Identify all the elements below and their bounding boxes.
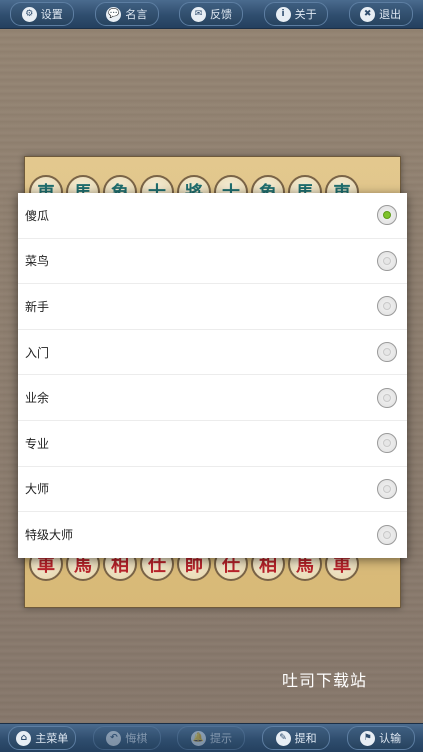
difficulty-option[interactable]: 菜鸟 [18,239,407,285]
undo-button[interactable]: ↶ 悔棋 [92,726,161,750]
top-toolbar: ⚙ 设置 💬 名言 ✉ 反馈 i 关于 ✖ 退出 [0,0,423,29]
undo-label: 悔棋 [125,732,148,745]
difficulty-option-label: 傻瓜 [25,208,50,223]
radio-button[interactable] [377,433,397,454]
difficulty-option[interactable]: 特级大师 [18,512,407,558]
resign-button[interactable]: ⚑ 认输 [346,726,415,750]
hint-button[interactable]: 🔔 提示 [177,726,246,750]
about-button[interactable]: i 关于 [264,2,329,26]
difficulty-option-label: 菜鸟 [25,254,50,269]
radio-button[interactable] [377,205,397,226]
bottom-toolbar: ⌂ 主菜单 ↶ 悔棋 🔔 提示 ✎ 提和 ⚑ 认输 [0,723,423,752]
undo-icon: ↶ [106,730,122,746]
radio-button[interactable] [377,342,397,363]
close-icon: ✖ [360,6,376,22]
bell-icon: 🔔 [190,730,206,746]
difficulty-option[interactable]: 傻瓜 [18,193,407,239]
exit-button[interactable]: ✖ 退出 [348,2,413,26]
difficulty-option-label: 大师 [25,482,50,497]
radio-button[interactable] [377,524,397,545]
difficulty-option[interactable]: 入门 [18,330,407,376]
difficulty-option-label: 业余 [25,391,50,406]
mail-icon: ✉ [190,6,206,22]
offer-draw-button[interactable]: ✎ 提和 [262,726,331,750]
hint-label: 提示 [209,732,232,745]
exit-label: 退出 [379,8,402,21]
difficulty-dialog: 傻瓜 菜鸟 新手 入门 业余 专业 大师 特级大师 [18,193,407,558]
difficulty-option-label: 新手 [25,299,50,314]
speech-bubble-icon: 💬 [106,6,122,22]
about-label: 关于 [294,8,317,21]
home-icon: ⌂ [16,730,32,746]
info-icon: i [275,6,291,22]
resign-label: 认输 [379,732,402,745]
gear-icon: ⚙ [21,6,37,22]
pencil-icon: ✎ [275,730,291,746]
settings-button[interactable]: ⚙ 设置 [10,2,75,26]
radio-button[interactable] [377,250,397,271]
difficulty-option-label: 特级大师 [25,528,74,543]
quotes-button[interactable]: 💬 名言 [94,2,159,26]
radio-button[interactable] [377,387,397,408]
main-menu-button[interactable]: ⌂ 主菜单 [8,726,77,750]
main-menu-label: 主菜单 [35,732,69,745]
watermark-text: 吐司下载站 [282,671,368,690]
flag-icon: ⚑ [360,730,376,746]
difficulty-option[interactable]: 新手 [18,284,407,330]
offer-draw-label: 提和 [294,732,317,745]
feedback-button[interactable]: ✉ 反馈 [179,2,244,26]
difficulty-option[interactable]: 大师 [18,467,407,513]
difficulty-option-label: 入门 [25,345,50,360]
difficulty-option-label: 专业 [25,436,50,451]
radio-button[interactable] [377,296,397,317]
quotes-label: 名言 [125,8,148,21]
difficulty-option[interactable]: 专业 [18,421,407,467]
feedback-label: 反馈 [209,8,232,21]
difficulty-option[interactable]: 业余 [18,375,407,421]
radio-button[interactable] [377,478,397,499]
settings-label: 设置 [40,8,63,21]
